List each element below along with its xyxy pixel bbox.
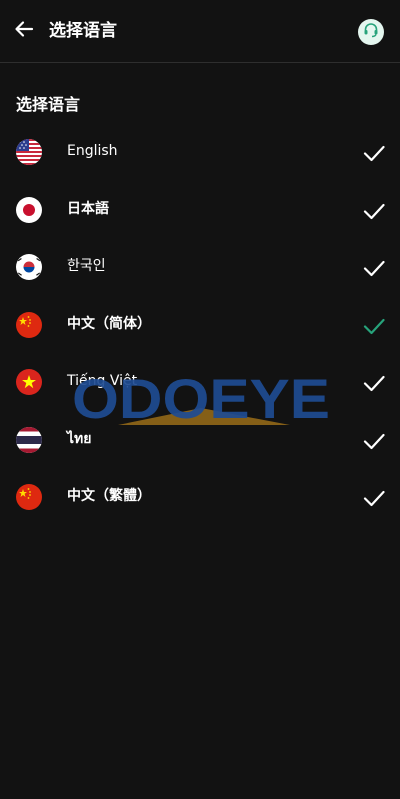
vietnam-flag-icon (16, 369, 42, 395)
check-icon (362, 200, 386, 222)
language-item-thai[interactable]: ไทย (0, 413, 400, 471)
language-label: ไทย (67, 430, 92, 447)
language-label: 日本語 (67, 200, 109, 217)
language-label: 中文（简体） (67, 315, 151, 332)
thailand-flag-icon (16, 426, 42, 453)
check-icon (362, 142, 386, 164)
us-flag-icon (16, 139, 42, 165)
language-item-traditional-chinese[interactable]: 中文（繁體） (0, 470, 400, 528)
language-label: English (67, 143, 118, 159)
language-list: English 日本語 한국인 中文（简体） Tiếng Việt ไทย 中文… (0, 125, 400, 528)
customer-support-button[interactable] (358, 19, 384, 45)
china-flag-icon (16, 311, 42, 338)
language-item-english[interactable]: English (0, 125, 400, 183)
check-icon (362, 430, 386, 452)
japan-flag-icon (16, 196, 42, 223)
language-item-japanese[interactable]: 日本語 (0, 183, 400, 241)
top-bar: 选择语言 (0, 0, 400, 63)
language-label: 한국인 (67, 258, 106, 274)
page-title: 选择语言 (49, 21, 117, 41)
language-item-simplified-chinese[interactable]: 中文（简体） (0, 298, 400, 356)
back-button[interactable] (10, 17, 38, 45)
korea-flag-icon (16, 254, 42, 280)
language-label: 中文（繁體） (67, 488, 151, 504)
check-selected-icon (362, 315, 386, 337)
check-icon (362, 257, 386, 279)
check-icon (362, 487, 386, 509)
language-item-korean[interactable]: 한국인 (0, 240, 400, 298)
china-flag-icon (16, 484, 42, 510)
language-item-vietnamese[interactable]: Tiếng Việt (0, 355, 400, 413)
language-label: Tiếng Việt (67, 373, 138, 389)
arrow-left-icon (13, 18, 35, 44)
check-icon (362, 372, 386, 394)
section-title: 选择语言 (16, 95, 81, 114)
headset-icon (362, 21, 380, 43)
